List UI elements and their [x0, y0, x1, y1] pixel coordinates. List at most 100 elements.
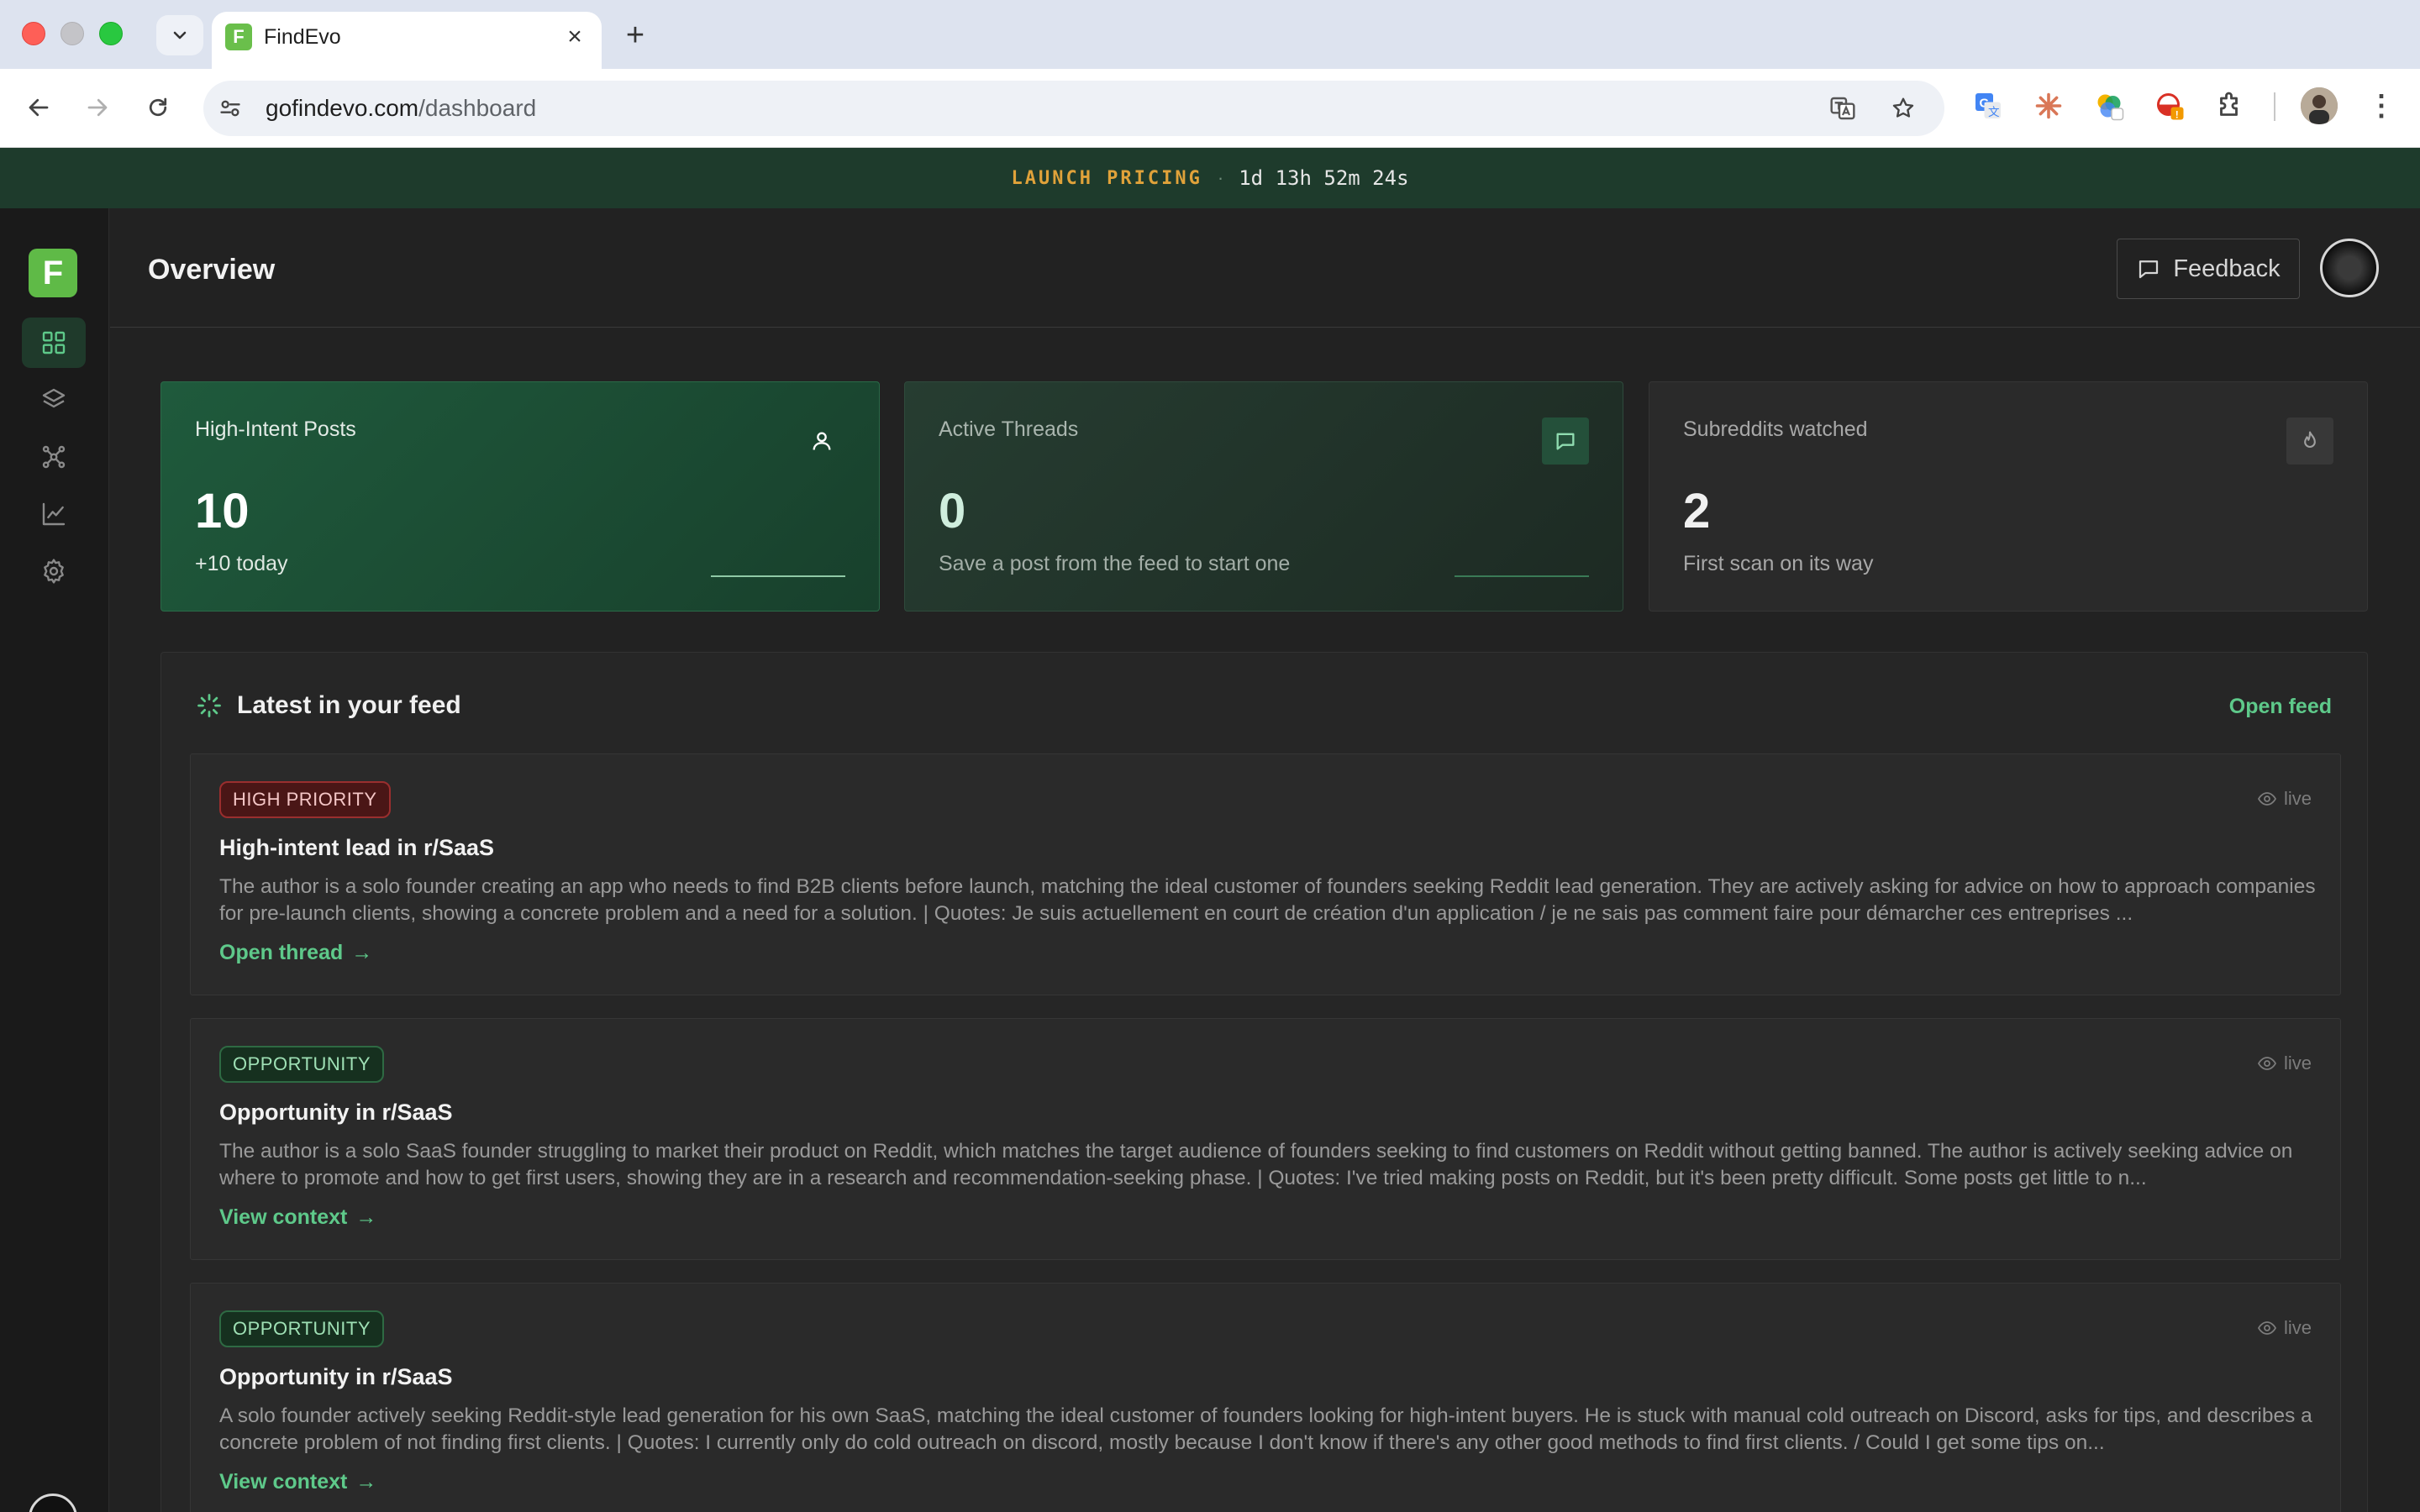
stat-value: 2 [1683, 484, 1711, 538]
stat-subtext: Save a post from the feed to start one [939, 552, 1291, 575]
live-status: live [2257, 788, 2312, 810]
app-sidebar: F [0, 208, 109, 1512]
google-translate-extension-icon[interactable]: G文 [1971, 89, 2005, 123]
tab-close-icon[interactable]: × [560, 22, 590, 52]
arrow-right-icon: → [355, 1470, 377, 1494]
feedback-label: Feedback [2173, 255, 2281, 282]
link-label: Open thread [219, 941, 344, 964]
favicon-icon: F [225, 24, 252, 50]
stat-value: 0 [939, 484, 966, 538]
svg-text:文: 文 [1988, 106, 2000, 118]
countdown-timer: 1d 13h 52m 24s [1239, 166, 1409, 190]
browser-profile-avatar[interactable] [2301, 87, 2338, 124]
sidebar-item-feed[interactable] [22, 375, 86, 425]
stat-card-subreddits-watched[interactable]: Subreddits watched 2 First scan on its w… [1649, 381, 2368, 612]
sidebar-item-network[interactable] [22, 432, 86, 482]
feed-panel: Latest in your feed Open feed HIGH PRIOR… [160, 652, 2368, 1512]
tab-title: FindEvo [264, 25, 341, 49]
stat-icon-wrapper [798, 417, 845, 465]
feed-item[interactable]: OPPORTUNITY live Opportunity in r/SaaS T… [190, 1018, 2341, 1260]
colorful-extension-icon[interactable] [2092, 89, 2126, 123]
stat-title: Subreddits watched [1683, 417, 1868, 441]
sidebar-user-avatar[interactable] [29, 1494, 77, 1512]
address-bar[interactable]: gofindevo.com/dashboard [203, 81, 1944, 136]
maximize-window-button[interactable] [99, 22, 123, 45]
launch-pricing-banner: LAUNCH PRICING · 1d 13h 52m 24s [0, 148, 2420, 208]
priority-badge: HIGH PRIORITY [219, 781, 391, 818]
svg-text:!: ! [2175, 108, 2179, 120]
new-tab-button[interactable]: + [618, 18, 652, 53]
open-feed-link[interactable]: Open feed [2229, 695, 2332, 719]
sidebar-item-overview[interactable] [22, 318, 86, 368]
notification-extension-icon[interactable]: ! [2153, 89, 2186, 123]
stat-icon-wrapper [2286, 417, 2333, 465]
stat-title: Active Threads [939, 417, 1079, 441]
arrow-right-icon: → [355, 1205, 377, 1229]
reload-button[interactable] [138, 87, 178, 128]
stat-icon-wrapper [1542, 417, 1589, 465]
back-button[interactable] [18, 87, 59, 128]
browser-toolbar: gofindevo.com/dashboard G文 ! [0, 69, 2420, 148]
opportunity-badge: OPPORTUNITY [219, 1046, 385, 1083]
minimize-window-button[interactable] [60, 22, 84, 45]
stat-card-high-intent-posts[interactable]: High-Intent Posts 10 +10 today [160, 381, 880, 612]
bookmark-star-icon[interactable] [1889, 94, 1918, 123]
forward-button[interactable] [77, 87, 118, 128]
tab-search-button[interactable] [156, 15, 203, 55]
lead-description: The author is a solo SaaS founder strugg… [219, 1140, 2293, 1189]
live-label: live [2283, 1317, 2312, 1338]
close-window-button[interactable] [22, 22, 45, 45]
view-context-link[interactable]: View context → [219, 1205, 376, 1230]
view-context-link[interactable]: View context → [219, 1470, 376, 1494]
stat-title: High-Intent Posts [195, 417, 356, 441]
user-avatar[interactable] [2320, 239, 2379, 297]
lead-title[interactable]: High-intent lead in r/SaaS [219, 835, 494, 861]
flame-icon [2304, 431, 2316, 449]
live-label: live [2283, 1053, 2312, 1074]
claude-extension-icon[interactable] [2032, 89, 2065, 123]
reload-icon [149, 97, 167, 117]
chart-icon [42, 502, 66, 526]
lead-title[interactable]: Opportunity in r/SaaS [219, 1364, 453, 1390]
arrow-right-icon: → [351, 941, 373, 964]
chevron-down-icon [173, 31, 187, 39]
main-header: Overview Feedback [110, 208, 2420, 328]
arrow-right-icon [87, 98, 108, 117]
live-label: live [2283, 788, 2312, 809]
open-thread-link[interactable]: Open thread → [219, 941, 372, 965]
browser-menu-icon[interactable]: ⋮ [2366, 89, 2396, 123]
lead-title[interactable]: Opportunity in r/SaaS [219, 1100, 453, 1126]
lead-description: A solo founder actively seeking Reddit-s… [219, 1404, 2312, 1454]
page-title: Overview [148, 254, 276, 286]
browser-tab-active[interactable]: F FindEvo × [212, 12, 602, 69]
translate-icon[interactable] [1828, 94, 1857, 123]
feed-title: Latest in your feed [237, 691, 461, 719]
sparkline [1455, 575, 1589, 577]
stat-card-active-threads[interactable]: Active Threads 0 Save a post from the fe… [904, 381, 1623, 612]
toolbar-divider [2274, 92, 2275, 121]
message-icon [1556, 433, 1575, 450]
gear-icon [44, 559, 64, 584]
extensions-puzzle-icon[interactable] [2213, 89, 2247, 123]
url-host: gofindevo.com [266, 95, 419, 121]
feed-item[interactable]: OPPORTUNITY live Opportunity in r/SaaS A… [190, 1283, 2341, 1512]
grid-icon [42, 331, 66, 354]
feed-item[interactable]: HIGH PRIORITY live High-intent lead in r… [190, 753, 2341, 995]
user-icon [813, 432, 831, 450]
layers-icon [42, 388, 66, 408]
banner-label: LAUNCH PRICING [1011, 167, 1202, 189]
app-logo[interactable]: F [29, 249, 77, 297]
banner-separator: · [1217, 167, 1224, 188]
feedback-button[interactable]: Feedback [2117, 239, 2300, 299]
site-settings-icon[interactable] [217, 95, 244, 122]
stat-value: 10 [195, 484, 250, 538]
link-label: View context [219, 1205, 348, 1229]
arrow-left-icon [29, 98, 49, 117]
stat-subtext: +10 today [195, 552, 288, 575]
browser-tab-bar: F FindEvo × + [0, 0, 2420, 69]
live-status: live [2257, 1317, 2312, 1339]
stat-subtext: First scan on its way [1683, 552, 1874, 575]
sidebar-item-settings[interactable] [22, 546, 86, 596]
network-icon [42, 445, 66, 469]
sidebar-item-analytics[interactable] [22, 489, 86, 539]
